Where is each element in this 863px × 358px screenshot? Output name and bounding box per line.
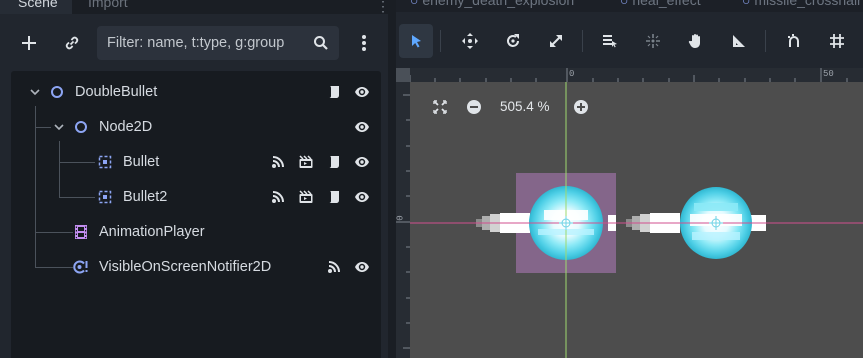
instance-child-scene-button[interactable]	[58, 29, 86, 57]
search-icon[interactable]	[313, 35, 329, 51]
pan-mode-button[interactable]	[679, 24, 713, 58]
tree-row-label: Bullet	[123, 154, 160, 170]
tree-row-node2d[interactable]: Node2D	[11, 110, 381, 145]
ruler-icon	[733, 35, 745, 47]
scene-tab-label: missile_crosshair	[754, 0, 862, 8]
scene-node-icon: ○	[620, 0, 629, 8]
tree-row-doublebullet[interactable]: DoubleBullet	[11, 75, 381, 110]
scale-mode-button[interactable]	[539, 24, 573, 58]
list-select-button[interactable]	[593, 24, 627, 58]
animation-player-icon	[75, 225, 87, 239]
zoom-in-icon[interactable]	[572, 98, 590, 116]
instance-icon[interactable]	[298, 154, 314, 170]
canvas-toolbar	[396, 18, 863, 64]
node2d-icon	[51, 86, 63, 98]
signal-icon[interactable]	[270, 189, 286, 205]
toolbar-separator	[765, 30, 766, 52]
chevron-down-icon[interactable]	[52, 120, 66, 134]
instance-icon[interactable]	[298, 189, 314, 205]
pivot-icon	[646, 34, 660, 48]
ruler-ticks	[410, 68, 848, 82]
vertical-ruler: 0	[396, 68, 410, 358]
area2d-icon	[98, 190, 112, 204]
visibility-icon[interactable]	[354, 154, 370, 170]
ruler-label: 0	[395, 215, 406, 221]
ruler-ticks	[396, 94, 410, 349]
area2d-icon	[98, 155, 112, 169]
grid-snap-button[interactable]	[820, 24, 854, 58]
ruler-corner	[396, 68, 410, 82]
tree-row-label: Bullet2	[123, 189, 168, 205]
pivot-mode-button[interactable]	[636, 24, 670, 58]
ruler-label: 0	[569, 69, 575, 79]
tree-row-label: DoubleBullet	[75, 84, 158, 100]
scene-options-button[interactable]	[350, 29, 378, 57]
ruler-label: 50	[823, 69, 834, 79]
scene-render	[410, 82, 863, 358]
scene-tab-heal-effect[interactable]: ○ heal_effect	[620, 0, 701, 8]
add-node-button[interactable]	[15, 29, 43, 57]
tree-row-bullet[interactable]: Bullet	[11, 145, 381, 180]
tree-row-animationplayer[interactable]: AnimationPlayer	[11, 215, 381, 250]
scene-tree: DoubleBullet Node2D Bullet Bullet2 Anima…	[11, 71, 381, 358]
scene-node-icon: ○	[410, 0, 419, 8]
tree-row-visibleonscreennotifier2d[interactable]: VisibleOnScreenNotifier2D	[11, 250, 381, 285]
toolbar-separator	[440, 30, 441, 52]
cursor-arrow-icon	[412, 35, 421, 48]
visibility-icon[interactable]	[354, 259, 370, 275]
tree-row-label: VisibleOnScreenNotifier2D	[99, 259, 272, 275]
tree-row-label: AnimationPlayer	[99, 224, 205, 240]
script-icon[interactable]	[326, 154, 342, 170]
notifier-icon	[73, 260, 88, 274]
snap-magnet-icon	[788, 34, 799, 47]
zoom-level[interactable]: 505.4 %	[500, 99, 550, 114]
script-icon[interactable]	[326, 189, 342, 205]
center-view-icon[interactable]	[432, 99, 448, 115]
scene-dock: Scene Import ⋮ Filter: name, t:type, g:g…	[0, 0, 390, 358]
scene-tab-missile-crosshair[interactable]: ○ missile_crosshair	[742, 0, 862, 8]
filter-input[interactable]	[107, 33, 307, 53]
scene-tab-bar: ○ enemy_death_explosion ○ heal_effect ○ …	[396, 0, 863, 12]
plus-icon	[22, 36, 36, 50]
toolbar-separator	[582, 30, 583, 52]
dock-tab-bar: Scene Import ⋮	[0, 0, 390, 14]
select-mode-button[interactable]	[399, 24, 433, 58]
scale-icon	[550, 35, 562, 47]
zoom-out-icon[interactable]	[465, 98, 483, 116]
2d-canvas[interactable]: 505.4 %	[410, 82, 863, 358]
tab-import[interactable]: Import	[88, 0, 128, 10]
visibility-icon[interactable]	[354, 119, 370, 135]
scene-tab-label: heal_effect	[632, 0, 701, 8]
scene-node-icon: ○	[742, 0, 751, 8]
visibility-icon[interactable]	[354, 189, 370, 205]
node2d-icon	[75, 121, 87, 133]
script-icon[interactable]	[326, 84, 342, 100]
ruler-mode-button[interactable]	[722, 24, 756, 58]
smart-snap-button[interactable]	[777, 24, 811, 58]
kebab-menu-icon	[362, 35, 366, 51]
list-select-icon	[603, 35, 617, 48]
tab-scene[interactable]: Scene	[0, 0, 72, 14]
signal-icon[interactable]	[270, 154, 286, 170]
filter-field	[97, 26, 339, 60]
signal-icon[interactable]	[326, 259, 342, 275]
rotate-mode-button[interactable]	[496, 24, 530, 58]
link-icon	[65, 36, 79, 50]
rotate-icon	[507, 34, 519, 47]
visibility-icon[interactable]	[354, 84, 370, 100]
tree-row-bullet2[interactable]: Bullet2	[11, 180, 381, 215]
hand-icon	[688, 34, 700, 48]
scene-tab-enemy-death-explosion[interactable]: ○ enemy_death_explosion	[410, 0, 574, 8]
dock-splitter[interactable]	[388, 0, 396, 358]
move-mode-button[interactable]	[453, 24, 487, 58]
horizontal-ruler: 0 50	[410, 68, 863, 82]
chevron-down-icon[interactable]	[28, 85, 42, 99]
editor-viewport: ○ enemy_death_explosion ○ heal_effect ○ …	[396, 0, 863, 358]
scene-tab-label: enemy_death_explosion	[422, 0, 575, 8]
move-arrows-icon	[462, 33, 478, 49]
grid-icon	[830, 34, 844, 48]
tree-row-label: Node2D	[99, 119, 153, 135]
